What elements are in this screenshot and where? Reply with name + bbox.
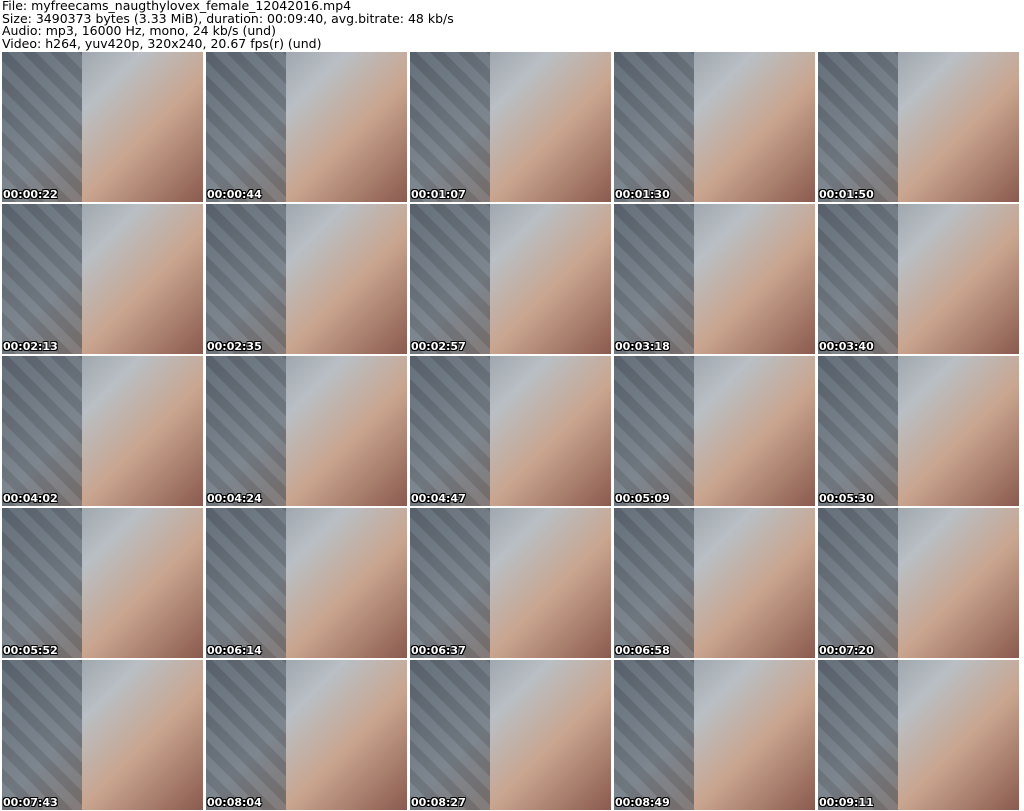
file-info-header: File: myfreecams_naugthylovex_female_120… (2, 0, 454, 50)
video-frame-thumbnail: 00:00:22 (2, 52, 203, 202)
frame-image (2, 660, 83, 810)
frame-image (410, 356, 491, 506)
frame-timestamp: 00:04:24 (207, 492, 262, 505)
video-frame-thumbnail: 00:09:11 (818, 660, 1019, 810)
video-frame-thumbnail: 00:08:49 (614, 660, 815, 810)
frame-image (410, 52, 491, 202)
video-frame-thumbnail: 00:01:07 (410, 52, 611, 202)
thumbnail-grid: 00:00:22 00:00:44 00:01:07 00:01:30 00:01:50… (2, 52, 1019, 810)
frame-timestamp: 00:01:50 (819, 188, 874, 201)
frame-timestamp: 00:02:35 (207, 340, 262, 353)
frame-timestamp: 00:03:18 (615, 340, 670, 353)
frame-image (818, 508, 899, 658)
frame-image (2, 52, 83, 202)
video-frame-thumbnail: 00:08:04 (206, 660, 407, 810)
frame-timestamp: 00:01:07 (411, 188, 466, 201)
video-frame-thumbnail: 00:04:47 (410, 356, 611, 506)
frame-timestamp: 00:00:22 (3, 188, 58, 201)
video-frame-thumbnail: 00:02:35 (206, 204, 407, 354)
frame-image (818, 660, 899, 810)
frame-image (614, 356, 695, 506)
video-frame-thumbnail: 00:05:30 (818, 356, 1019, 506)
frame-image (614, 508, 695, 658)
frame-timestamp: 00:05:52 (3, 644, 58, 657)
video-frame-thumbnail: 00:06:58 (614, 508, 815, 658)
frame-image (410, 204, 491, 354)
frame-timestamp: 00:05:09 (615, 492, 670, 505)
frame-timestamp: 00:07:43 (3, 796, 58, 809)
frame-timestamp: 00:08:04 (207, 796, 262, 809)
frame-timestamp: 00:01:30 (615, 188, 670, 201)
frame-image (2, 508, 83, 658)
video-frame-thumbnail: 00:06:37 (410, 508, 611, 658)
frame-timestamp: 00:08:27 (411, 796, 466, 809)
frame-timestamp: 00:02:57 (411, 340, 466, 353)
video-frame-thumbnail: 00:00:44 (206, 52, 407, 202)
video-frame-thumbnail: 00:04:02 (2, 356, 203, 506)
video-frame-thumbnail: 00:02:13 (2, 204, 203, 354)
frame-timestamp: 00:03:40 (819, 340, 874, 353)
frame-timestamp: 00:06:58 (615, 644, 670, 657)
video-frame-thumbnail: 00:05:52 (2, 508, 203, 658)
frame-timestamp: 00:04:02 (3, 492, 58, 505)
frame-timestamp: 00:05:30 (819, 492, 874, 505)
frame-image (818, 356, 899, 506)
frame-image (614, 204, 695, 354)
video-frame-thumbnail: 00:02:57 (410, 204, 611, 354)
video-frame-thumbnail: 00:08:27 (410, 660, 611, 810)
video-frame-thumbnail: 00:07:20 (818, 508, 1019, 658)
video-frame-thumbnail: 00:03:40 (818, 204, 1019, 354)
video-frame-thumbnail: 00:01:50 (818, 52, 1019, 202)
frame-image (410, 508, 491, 658)
frame-timestamp: 00:08:49 (615, 796, 670, 809)
frame-timestamp: 00:06:37 (411, 644, 466, 657)
frame-timestamp: 00:06:14 (207, 644, 262, 657)
frame-image (410, 660, 491, 810)
frame-image (818, 204, 899, 354)
frame-image (2, 356, 83, 506)
frame-image (2, 204, 83, 354)
frame-image (818, 52, 899, 202)
frame-image (206, 508, 287, 658)
frame-timestamp: 00:02:13 (3, 340, 58, 353)
frame-timestamp: 00:09:11 (819, 796, 874, 809)
frame-timestamp: 00:07:20 (819, 644, 874, 657)
video-frame-thumbnail: 00:01:30 (614, 52, 815, 202)
frame-timestamp: 00:00:44 (207, 188, 262, 201)
frame-image (206, 204, 287, 354)
frame-timestamp: 00:04:47 (411, 492, 466, 505)
frame-image (206, 356, 287, 506)
video-frame-thumbnail: 00:04:24 (206, 356, 407, 506)
frame-image (614, 52, 695, 202)
frame-image (614, 660, 695, 810)
frame-image (206, 52, 287, 202)
video-frame-thumbnail: 00:06:14 (206, 508, 407, 658)
frame-image (206, 660, 287, 810)
video-frame-thumbnail: 00:03:18 (614, 204, 815, 354)
video-info: Video: h264, yuv420p, 320x240, 20.67 fps… (2, 35, 322, 51)
video-frame-thumbnail: 00:05:09 (614, 356, 815, 506)
video-frame-thumbnail: 00:07:43 (2, 660, 203, 810)
